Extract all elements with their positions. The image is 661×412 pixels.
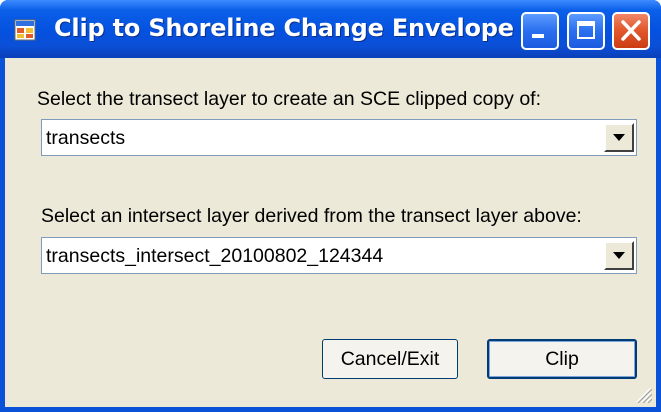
chevron-down-icon: [613, 134, 625, 141]
transect-layer-value: transects: [46, 127, 126, 149]
transect-layer-dropdown[interactable]: transects: [41, 119, 637, 156]
chevron-down-icon: [613, 252, 625, 259]
dialog-window: Clip to Shoreline Change Envelope Select…: [0, 0, 661, 412]
cancel-exit-button[interactable]: Cancel/Exit: [322, 339, 458, 379]
intersect-layer-label: Select an intersect layer derived from t…: [41, 205, 582, 227]
clip-button[interactable]: Clip: [487, 339, 637, 379]
intersect-dropdown-button[interactable]: [604, 241, 634, 270]
maximize-button[interactable]: [567, 12, 605, 50]
window-title: Clip to Shoreline Change Envelope: [54, 14, 514, 42]
resize-grip-icon[interactable]: [634, 385, 652, 403]
close-button[interactable]: [612, 12, 650, 50]
transect-dropdown-button[interactable]: [604, 123, 634, 152]
minimize-button[interactable]: [521, 12, 559, 50]
app-window-icon: [14, 19, 36, 41]
title-bar[interactable]: Clip to Shoreline Change Envelope: [0, 0, 661, 58]
minimize-icon: [532, 34, 544, 38]
transect-layer-label: Select the transect layer to create an S…: [37, 88, 542, 110]
close-icon: [621, 20, 641, 41]
dialog-body: Select the transect layer to create an S…: [5, 58, 656, 407]
intersect-layer-dropdown[interactable]: transects_intersect_20100802_124344: [41, 237, 637, 274]
maximize-icon: [577, 21, 595, 39]
intersect-layer-value: transects_intersect_20100802_124344: [46, 245, 384, 267]
